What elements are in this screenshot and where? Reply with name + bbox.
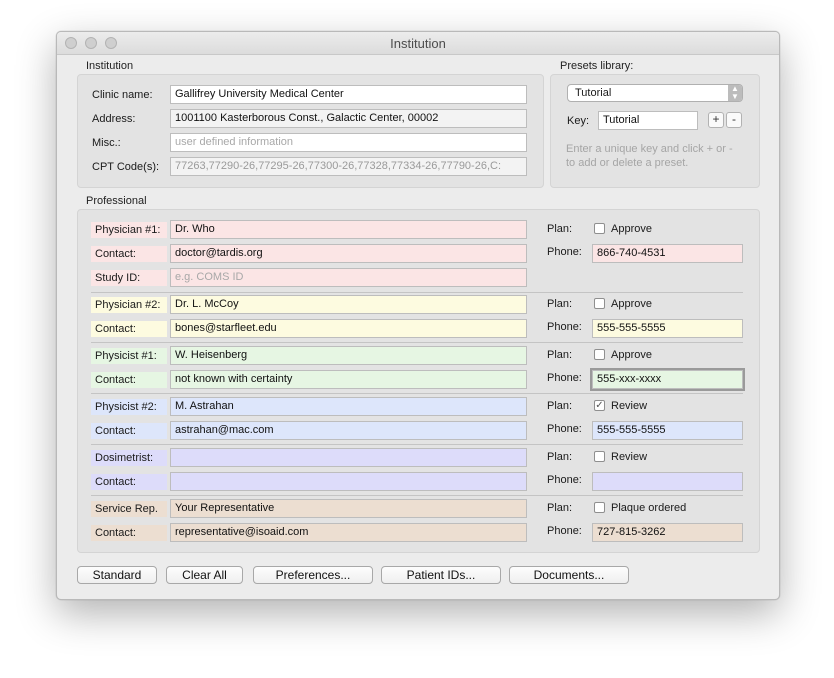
clear-all-button[interactable]: Clear All [166,566,243,584]
presets-section-title: Presets library: [560,60,634,72]
physicist2-contact-label: Contact: [91,423,167,439]
delete-preset-button[interactable]: - [726,112,742,128]
dosimetrist-name-field[interactable] [170,448,527,467]
clinic-name-label: Clinic name: [92,89,153,101]
physician1-approve-label: Approve [611,223,652,235]
dosimetrist-contact-field[interactable] [170,472,527,491]
separator [91,393,743,394]
address-field[interactable]: 1001100 Kasterborous Const., Galactic Ce… [170,109,527,128]
service-contact-label: Contact: [91,525,167,541]
physicist1-phone-label: Phone: [547,372,582,384]
cpt-codes-field[interactable]: 77263,77290-26,77295-26,77300-26,77328,7… [170,157,527,176]
patient-ids-button[interactable]: Patient IDs... [381,566,501,584]
key-field[interactable]: Tutorial [598,111,698,130]
physician1-phone-label: Phone: [547,246,582,258]
physicist1-plan-label: Plan: [547,349,573,361]
institution-window: Institution Institution Clinic name: Gal… [56,31,780,600]
checkmark-icon: ✓ [595,400,604,411]
dosimetrist-contact-label: Contact: [91,474,167,490]
dosimetrist-review-checkbox[interactable] [594,451,605,462]
physicist1-label: Physicist #1: [91,348,167,364]
separator [91,292,743,293]
institution-section-title: Institution [86,60,134,72]
service-plan-label: Plan: [547,502,573,514]
window-title: Institution [390,36,446,51]
physicist1-contact-field[interactable]: not known with certainty [170,370,527,389]
updown-arrows-icon: ▲ ▼ [728,85,742,101]
dosimetrist-phone-label: Phone: [547,474,582,486]
physicist1-approve-label: Approve [611,349,652,361]
separator [91,444,743,445]
dosimetrist-phone-field[interactable] [592,472,743,491]
physician2-phone-label: Phone: [547,321,582,333]
physicist1-name-field[interactable]: W. Heisenberg [170,346,527,365]
service-phone-label: Phone: [547,525,582,537]
key-label: Key: [567,115,590,127]
physicist1-approve-checkbox[interactable] [594,349,605,360]
physician2-label: Physician #2: [91,297,167,313]
presets-hint: Enter a unique key and click + or - to a… [566,143,733,169]
physicist2-review-checkbox[interactable]: ✓ [594,400,605,411]
misc-label: Misc.: [92,137,121,149]
physician2-phone-field[interactable]: 555-555-5555 [592,319,743,338]
physician1-contact-field[interactable]: doctor@tardis.org [170,244,527,263]
physicist2-contact-field[interactable]: astrahan@mac.com [170,421,527,440]
presets-selected-value: Tutorial [575,87,612,99]
preferences-button[interactable]: Preferences... [253,566,373,584]
physician2-name-field[interactable]: Dr. L. McCoy [170,295,527,314]
study-id-label: Study ID: [91,270,167,286]
cpt-codes-label: CPT Code(s): [92,161,160,173]
physicist2-phone-label: Phone: [547,423,582,435]
physicist2-label: Physicist #2: [91,399,167,415]
physicist1-contact-label: Contact: [91,372,167,388]
physician1-name-field[interactable]: Dr. Who [170,220,527,239]
service-rep-name-field[interactable]: Your Representative [170,499,527,518]
presets-select[interactable]: Tutorial ▲ ▼ [567,84,743,102]
plaque-ordered-checkbox[interactable] [594,502,605,513]
misc-field[interactable]: user defined information [170,133,527,152]
physician1-approve-checkbox[interactable] [594,223,605,234]
physician2-approve-checkbox[interactable] [594,298,605,309]
add-preset-button[interactable]: + [708,112,724,128]
documents-button[interactable]: Documents... [509,566,629,584]
professional-section-title: Professional [86,195,147,207]
service-contact-field[interactable]: representative@isoaid.com [170,523,527,542]
physician2-approve-label: Approve [611,298,652,310]
physician2-plan-label: Plan: [547,298,573,310]
physician1-plan-label: Plan: [547,223,573,235]
service-phone-field[interactable]: 727-815-3262 [592,523,743,542]
physicist1-phone-field[interactable]: 555-xxx-xxxx [592,370,743,389]
physician1-label: Physician #1: [91,222,167,238]
physician1-contact-label: Contact: [91,246,167,262]
physicist2-plan-label: Plan: [547,400,573,412]
separator [91,342,743,343]
service-rep-label: Service Rep. [91,501,167,517]
physician1-phone-field[interactable]: 866-740-4531 [592,244,743,263]
separator [91,495,743,496]
dosimetrist-review-label: Review [611,451,648,463]
physician2-contact-field[interactable]: bones@starfleet.edu [170,319,527,338]
dosimetrist-plan-label: Plan: [547,451,573,463]
physician2-contact-label: Contact: [91,321,167,337]
physicist2-name-field[interactable]: M. Astrahan [170,397,527,416]
plaque-ordered-label: Plaque ordered [611,502,687,514]
standard-button[interactable]: Standard [77,566,157,584]
physicist2-review-label: Review [611,400,648,412]
clinic-name-field[interactable]: Gallifrey University Medical Center [170,85,527,104]
title-bar: Institution [57,32,779,55]
physicist2-phone-field[interactable]: 555-555-5555 [592,421,743,440]
address-label: Address: [92,113,136,125]
study-id-field[interactable]: e.g. COMS ID [170,268,527,287]
dosimetrist-label: Dosimetrist: [91,450,167,466]
